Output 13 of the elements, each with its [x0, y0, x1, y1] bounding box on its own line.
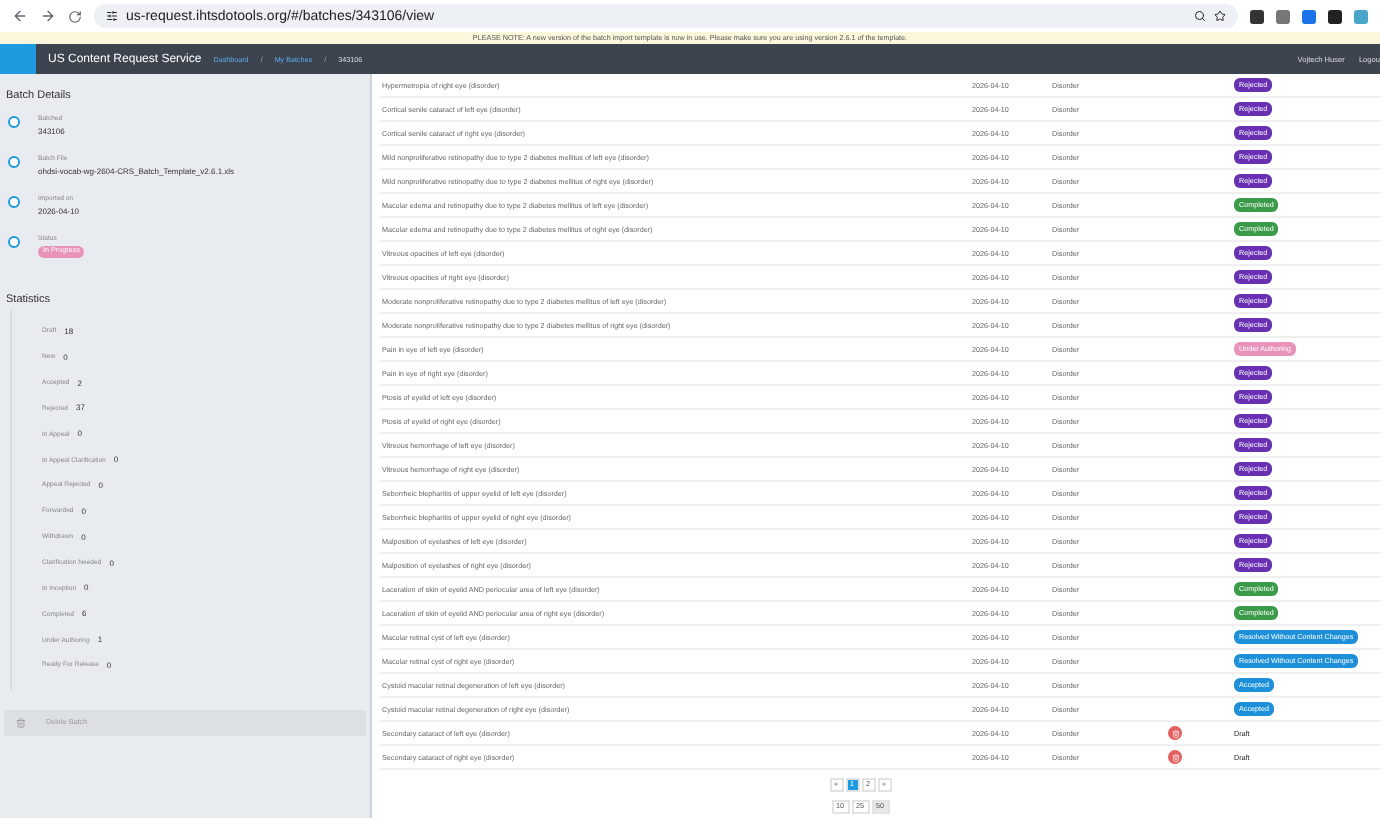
- reload-icon[interactable]: [68, 9, 82, 23]
- timeline-dot-icon: [8, 156, 20, 168]
- timeline-dot-icon: [8, 236, 20, 248]
- zoom-icon[interactable]: [1194, 10, 1206, 22]
- trash-icon: [16, 717, 26, 728]
- delete-icon[interactable]: [1168, 726, 1182, 740]
- delete-icon[interactable]: [1168, 750, 1182, 764]
- timeline-dot-icon: [8, 196, 20, 208]
- timeline-dot-icon: [8, 116, 20, 128]
- site-settings-icon[interactable]: [106, 10, 118, 22]
- star-icon[interactable]: [1214, 10, 1226, 22]
- forward-icon[interactable]: [40, 8, 56, 24]
- back-icon[interactable]: [12, 8, 28, 24]
